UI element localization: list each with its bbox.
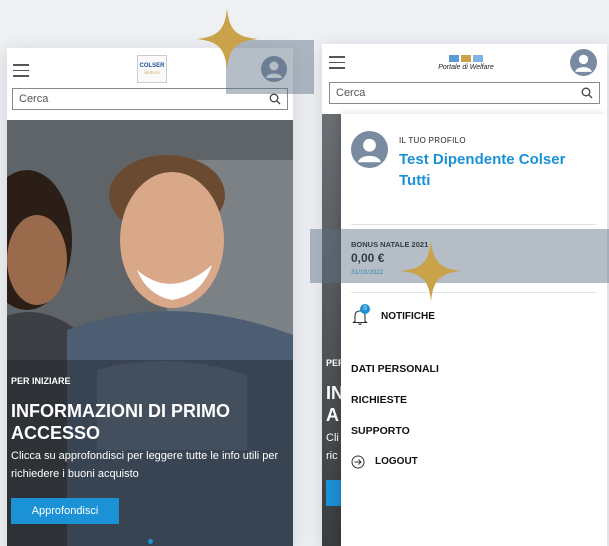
portal-logo[interactable]: Portale di Welfare (430, 48, 502, 78)
profile-name[interactable]: Test Dipendente Colser Tutti (399, 149, 599, 191)
carousel-dot[interactable] (148, 539, 153, 544)
drawer-divider (351, 224, 597, 225)
notifications-item[interactable]: 0 NOTIFICHE (351, 304, 591, 328)
approfondisci-button-fragment[interactable] (326, 480, 341, 506)
approfondisci-button[interactable]: Approfondisci (11, 498, 119, 524)
menu-item-supporto[interactable]: SUPPORTO (351, 425, 410, 437)
search-input[interactable]: Cerca (329, 82, 600, 104)
drawer-divider (351, 292, 597, 293)
sparkle-icon (400, 240, 462, 302)
search-placeholder: Cerca (336, 87, 366, 99)
hero-title: INFORMAZIONI DI PRIMO ACCESSO (11, 401, 230, 443)
logout-icon (351, 455, 365, 469)
profile-caption: IL TUO PROFILO (399, 136, 466, 145)
hero-kicker-fragment: PER (326, 358, 341, 368)
phone-screen-home: COLSER SERVIZI Cerca PER INIZIARE INFORM… (7, 48, 293, 546)
hero-banner: PER INIZIARE INFORMAZIONI DI PRIMO ACCES… (7, 120, 293, 546)
portal-logo-mark (449, 55, 483, 62)
search-placeholder: Cerca (19, 93, 49, 105)
hero-kicker: PER INIZIARE (11, 376, 71, 386)
search-icon[interactable] (269, 93, 281, 105)
search-icon[interactable] (581, 87, 593, 99)
menu-item-dati-personali[interactable]: DATI PERSONALI (351, 363, 439, 375)
hamburger-icon[interactable] (329, 56, 345, 69)
notification-badge: 0 (360, 304, 370, 314)
profile-avatar-icon (351, 131, 388, 168)
colser-logo[interactable]: COLSER SERVIZI (137, 55, 167, 83)
hero-body-fragment: Cli ric (326, 432, 339, 462)
hero-title-fragment: IN A (326, 383, 341, 425)
user-avatar-icon[interactable] (570, 49, 597, 76)
logo-subtext: SERVIZI (144, 70, 160, 75)
menu-item-richieste[interactable]: RICHIESTE (351, 394, 407, 406)
logo-text: COLSER (139, 63, 165, 69)
hero-body: Clicca su approfondisci per leggere tutt… (11, 450, 279, 480)
hamburger-icon[interactable] (13, 64, 29, 77)
sparkle-icon (196, 8, 258, 70)
profile-drawer: IL TUO PROFILO Test Dipendente Colser Tu… (341, 114, 607, 546)
logout-item[interactable]: LOGOUT (351, 453, 471, 471)
phone-screen-menu: Portale di Welfare Cerca PER IN A Cli ri… (322, 44, 607, 546)
portal-title: Portale di Welfare (438, 64, 494, 71)
hero-banner-bg: PER IN A Cli ric (322, 114, 341, 546)
logout-label: LOGOUT (375, 456, 418, 467)
notifications-label: NOTIFICHE (381, 311, 435, 322)
